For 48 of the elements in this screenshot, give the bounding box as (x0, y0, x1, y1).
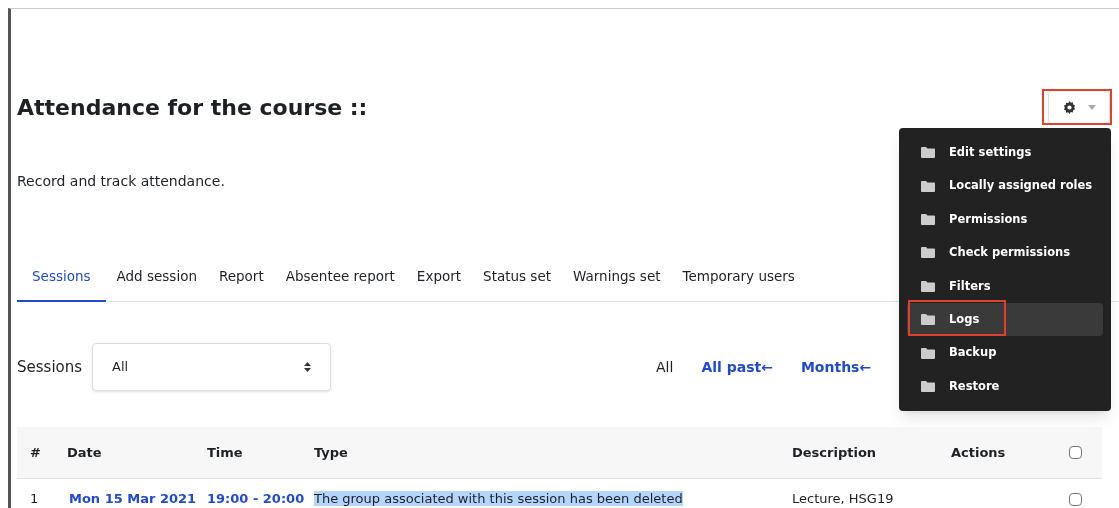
tab[interactable]: Report (207, 252, 275, 301)
checkbox[interactable] (1069, 446, 1082, 459)
column-header: Type (314, 444, 348, 460)
menu-item[interactable]: Edit settings (907, 136, 1103, 170)
menu-item[interactable]: Backup (907, 336, 1103, 370)
time-link[interactable]: 19:00 - 20:00 (207, 491, 305, 507)
folder-icon (921, 213, 935, 225)
settings-button[interactable] (1048, 90, 1110, 124)
folder-icon (921, 380, 935, 392)
menu-item[interactable]: Filters (907, 269, 1103, 303)
column-header: Time (207, 444, 243, 460)
menu-item[interactable]: Locally assigned roles (907, 169, 1103, 203)
menu-item[interactable]: Logs (907, 302, 1103, 337)
tab[interactable]: Export (405, 252, 473, 301)
page-description: Record and track attendance. (17, 172, 225, 191)
page-title: Attendance for the course :: (17, 93, 368, 122)
session-type: The group associated with this session has been deleted (314, 491, 683, 507)
column-header: # (30, 444, 41, 460)
tab[interactable]: Absentee report (274, 252, 406, 301)
tab[interactable]: Sessions (17, 252, 106, 302)
sessions-label: Sessions (17, 356, 83, 378)
column-header: Actions (951, 444, 1006, 460)
view-link[interactable]: All past← (701, 356, 773, 378)
menu-item[interactable]: Restore (907, 369, 1103, 404)
folder-icon (921, 147, 935, 159)
tab[interactable]: Temporary users (671, 252, 806, 301)
menu-item[interactable]: Permissions (907, 202, 1103, 237)
column-header: Description (792, 444, 877, 460)
date-link[interactable]: Mon 15 Mar 2021 (69, 491, 197, 507)
settings-icon (1062, 100, 1076, 114)
folder-icon (921, 280, 935, 292)
tab[interactable]: Warnings set (562, 252, 672, 301)
menu-item[interactable]: Check permissions (907, 236, 1103, 270)
tab[interactable]: Add session (105, 252, 208, 301)
checkbox[interactable] (1069, 492, 1082, 506)
session-description: Lecture, HSG19 (792, 491, 894, 507)
folder-icon (921, 247, 935, 259)
folder-icon (921, 347, 935, 359)
sessions-select[interactable]: All (92, 343, 332, 391)
view-link[interactable]: Months← (800, 356, 872, 378)
row-number: 1 (30, 491, 39, 507)
folder-icon (921, 180, 935, 192)
sort-arrows-icon (304, 362, 312, 372)
folder-icon (921, 314, 935, 326)
tab[interactable]: Status set (472, 252, 562, 301)
view-link[interactable]: All (656, 356, 674, 378)
column-header: Date (67, 444, 102, 460)
caret-icon (1087, 104, 1096, 110)
